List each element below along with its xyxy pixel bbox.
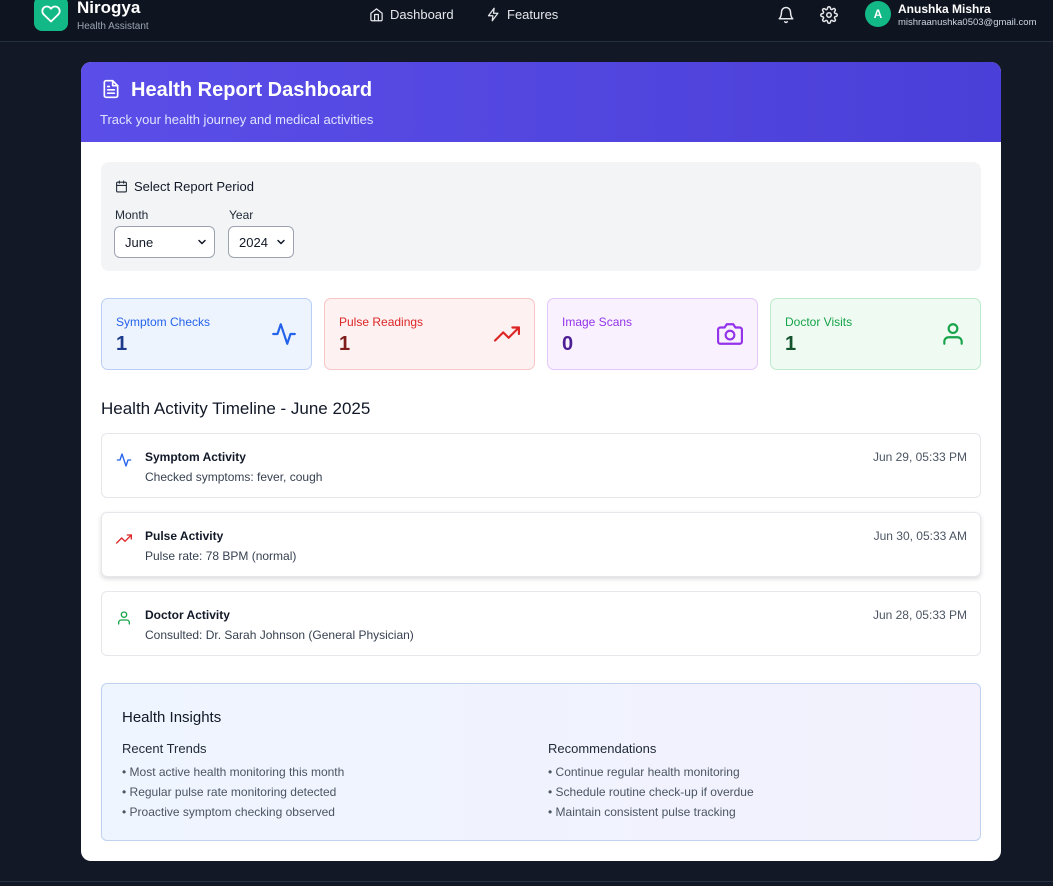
chevron-down-icon xyxy=(277,239,285,245)
month-label: Month xyxy=(115,208,149,222)
timeline-item-title: Doctor Activity xyxy=(145,608,230,622)
gear-icon[interactable] xyxy=(820,6,838,24)
timeline-item-pulse[interactable]: Pulse Activity Pulse rate: 78 BPM (norma… xyxy=(101,512,981,577)
stat-card-symptom-checks[interactable]: Symptom Checks 1 xyxy=(101,298,312,370)
insights-title: Health Insights xyxy=(122,709,222,726)
page-title: Health Report Dashboard xyxy=(131,79,373,101)
timeline-item-description: Checked symptoms: fever, cough xyxy=(145,470,323,484)
file-text-icon xyxy=(103,79,119,99)
user-icon xyxy=(118,611,130,625)
trending-up-icon xyxy=(116,534,132,544)
timeline-item-time: Jun 29, 05:33 PM xyxy=(872,450,967,464)
activity-icon xyxy=(116,453,132,467)
trend-item: • Most active health monitoring this mon… xyxy=(122,765,345,779)
footer-divider xyxy=(0,881,1053,882)
month-select-value: June xyxy=(125,234,154,250)
user-email: mishraanushka0503@gmail.com xyxy=(898,17,1037,28)
activity-icon xyxy=(272,323,296,345)
report-card: Health Report Dashboard Track your healt… xyxy=(81,62,1001,861)
brand-name[interactable]: Nirogya xyxy=(77,0,140,18)
stat-card-doctor-visits[interactable]: Doctor Visits 1 xyxy=(770,298,981,370)
health-insights-panel: Health Insights Recent Trends • Most act… xyxy=(101,683,981,841)
stat-label: Pulse Readings xyxy=(339,315,424,329)
recommendation-item: • Schedule routine check-up if overdue xyxy=(548,785,754,799)
recent-trends-title: Recent Trends xyxy=(122,741,207,756)
year-select-value: 2024 xyxy=(239,234,268,250)
stat-label: Doctor Visits xyxy=(785,315,853,329)
brand-subtitle: Health Assistant xyxy=(77,21,149,32)
recommendations-title: Recommendations xyxy=(548,741,657,756)
bell-icon[interactable] xyxy=(777,6,795,24)
stat-value: 1 xyxy=(339,333,351,355)
recommendation-item: • Continue regular health monitoring xyxy=(548,765,740,779)
camera-icon xyxy=(717,323,743,345)
stat-card-image-scans[interactable]: Image Scans 0 xyxy=(547,298,758,370)
timeline-item-symptom[interactable]: Symptom Activity Checked symptoms: fever… xyxy=(101,433,981,498)
trend-item: • Regular pulse rate monitoring detected xyxy=(122,785,337,799)
stat-value: 0 xyxy=(562,333,574,355)
stat-label: Image Scans xyxy=(562,315,633,329)
avatar[interactable]: A xyxy=(865,1,891,27)
timeline-title: Health Activity Timeline - June 2025 xyxy=(101,399,371,418)
heart-icon[interactable] xyxy=(34,0,68,31)
timeline-item-description: Pulse rate: 78 BPM (normal) xyxy=(145,549,297,563)
recommendation-item: • Maintain consistent pulse tracking xyxy=(548,805,736,819)
page-subtitle: Track your health journey and medical ac… xyxy=(100,112,374,127)
period-title: Select Report Period xyxy=(134,179,254,194)
nav-link-label: Dashboard xyxy=(390,7,454,22)
year-label: Year xyxy=(229,208,254,222)
home-icon xyxy=(370,8,383,22)
timeline-item-title: Symptom Activity xyxy=(145,450,246,464)
trending-up-icon xyxy=(494,326,520,342)
chevron-down-icon xyxy=(198,239,206,245)
user-icon xyxy=(943,323,963,345)
nav-link-label: Features xyxy=(507,7,559,22)
timeline-item-description: Consulted: Dr. Sarah Johnson (General Ph… xyxy=(145,628,414,642)
report-header: Health Report Dashboard Track your healt… xyxy=(81,62,1001,142)
report-period-panel: Select Report Period Month June Year 202… xyxy=(101,162,981,271)
stat-value: 1 xyxy=(116,333,128,355)
stat-label: Symptom Checks xyxy=(116,315,211,329)
stat-value: 1 xyxy=(785,333,797,355)
bolt-icon xyxy=(487,7,499,22)
nav-link-dashboard[interactable]: Dashboard xyxy=(369,7,454,22)
timeline-item-title: Pulse Activity xyxy=(145,529,224,543)
timeline-item-doctor[interactable]: Doctor Activity Consulted: Dr. Sarah Joh… xyxy=(101,591,981,656)
timeline-item-time: Jun 30, 05:33 AM xyxy=(873,529,967,543)
stat-card-pulse-readings[interactable]: Pulse Readings 1 xyxy=(324,298,535,370)
timeline-item-time: Jun 28, 05:33 PM xyxy=(872,608,967,622)
month-select[interactable]: June xyxy=(114,226,215,258)
year-select[interactable]: 2024 xyxy=(228,226,294,258)
trend-item: • Proactive symptom checking observed xyxy=(122,805,335,819)
calendar-icon xyxy=(116,180,127,193)
nav-link-features[interactable]: Features xyxy=(486,7,558,22)
user-name: Anushka Mishra xyxy=(898,2,991,16)
top-navbar: Nirogya Health Assistant Dashboard Featu… xyxy=(0,0,1053,42)
